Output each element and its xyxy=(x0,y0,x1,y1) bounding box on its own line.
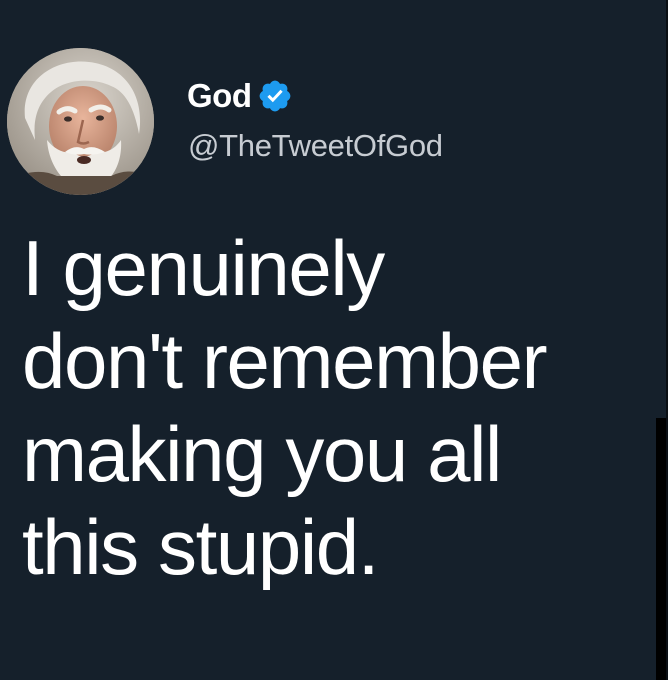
avatar[interactable] xyxy=(7,48,154,195)
author-name-row: God xyxy=(187,74,293,118)
verified-badge-icon xyxy=(260,80,291,112)
tweet-text: I genuinely don't remember making you al… xyxy=(22,224,548,591)
author-display-name[interactable]: God xyxy=(187,74,252,118)
tweet-screenshot: God @TheTweetOfGod I genuinely don't rem… xyxy=(0,0,668,680)
avatar-portrait-image xyxy=(7,48,154,195)
author-handle[interactable]: @TheTweetOfGod xyxy=(188,124,443,168)
